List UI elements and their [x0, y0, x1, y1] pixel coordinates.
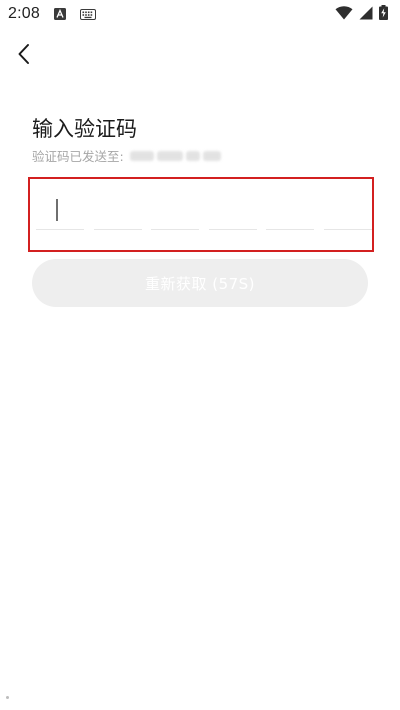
code-digit-1[interactable] [36, 179, 84, 250]
digit-underline [323, 229, 372, 230]
verification-code-input[interactable] [28, 177, 374, 252]
digit-underline [208, 229, 257, 230]
wifi-icon [335, 5, 353, 24]
signal-icon [359, 5, 373, 24]
keyboard-icon [79, 5, 96, 24]
masked-phone-number [129, 150, 221, 161]
page-title: 输入验证码 [32, 117, 137, 141]
bottom-indicator [6, 696, 9, 699]
status-bar: 2:08 [0, 0, 400, 28]
status-time: 2:08 [8, 5, 40, 22]
code-digit-3[interactable] [151, 179, 200, 250]
sent-to-label: 验证码已发送至: [32, 149, 124, 164]
sent-to-row: 验证码已发送至: [32, 146, 221, 165]
resend-code-button[interactable]: 重新获取 (57S) [32, 259, 368, 307]
chevron-left-icon [18, 44, 29, 64]
digit-underline [93, 229, 142, 230]
masked-segment [202, 150, 221, 161]
digit-underline [266, 229, 315, 230]
notification-app-icon [53, 5, 66, 24]
status-left: 2:08 [8, 5, 96, 24]
code-cells [36, 179, 372, 250]
digit-underline [151, 229, 200, 230]
verification-screen: 2:08 输入验证码 验证码已发送至: 重新获取 (57S) [0, 0, 400, 710]
status-right [335, 4, 388, 24]
digit-underline [36, 229, 84, 230]
code-digit-4[interactable] [208, 179, 257, 250]
code-digit-2[interactable] [93, 179, 142, 250]
masked-segment [129, 150, 154, 161]
back-button[interactable] [10, 40, 38, 68]
masked-segment [185, 150, 200, 161]
battery-charging-icon [379, 4, 388, 24]
masked-segment [156, 150, 183, 161]
code-digit-5[interactable] [266, 179, 315, 250]
text-caret [56, 199, 58, 221]
code-digit-6[interactable] [323, 179, 372, 250]
